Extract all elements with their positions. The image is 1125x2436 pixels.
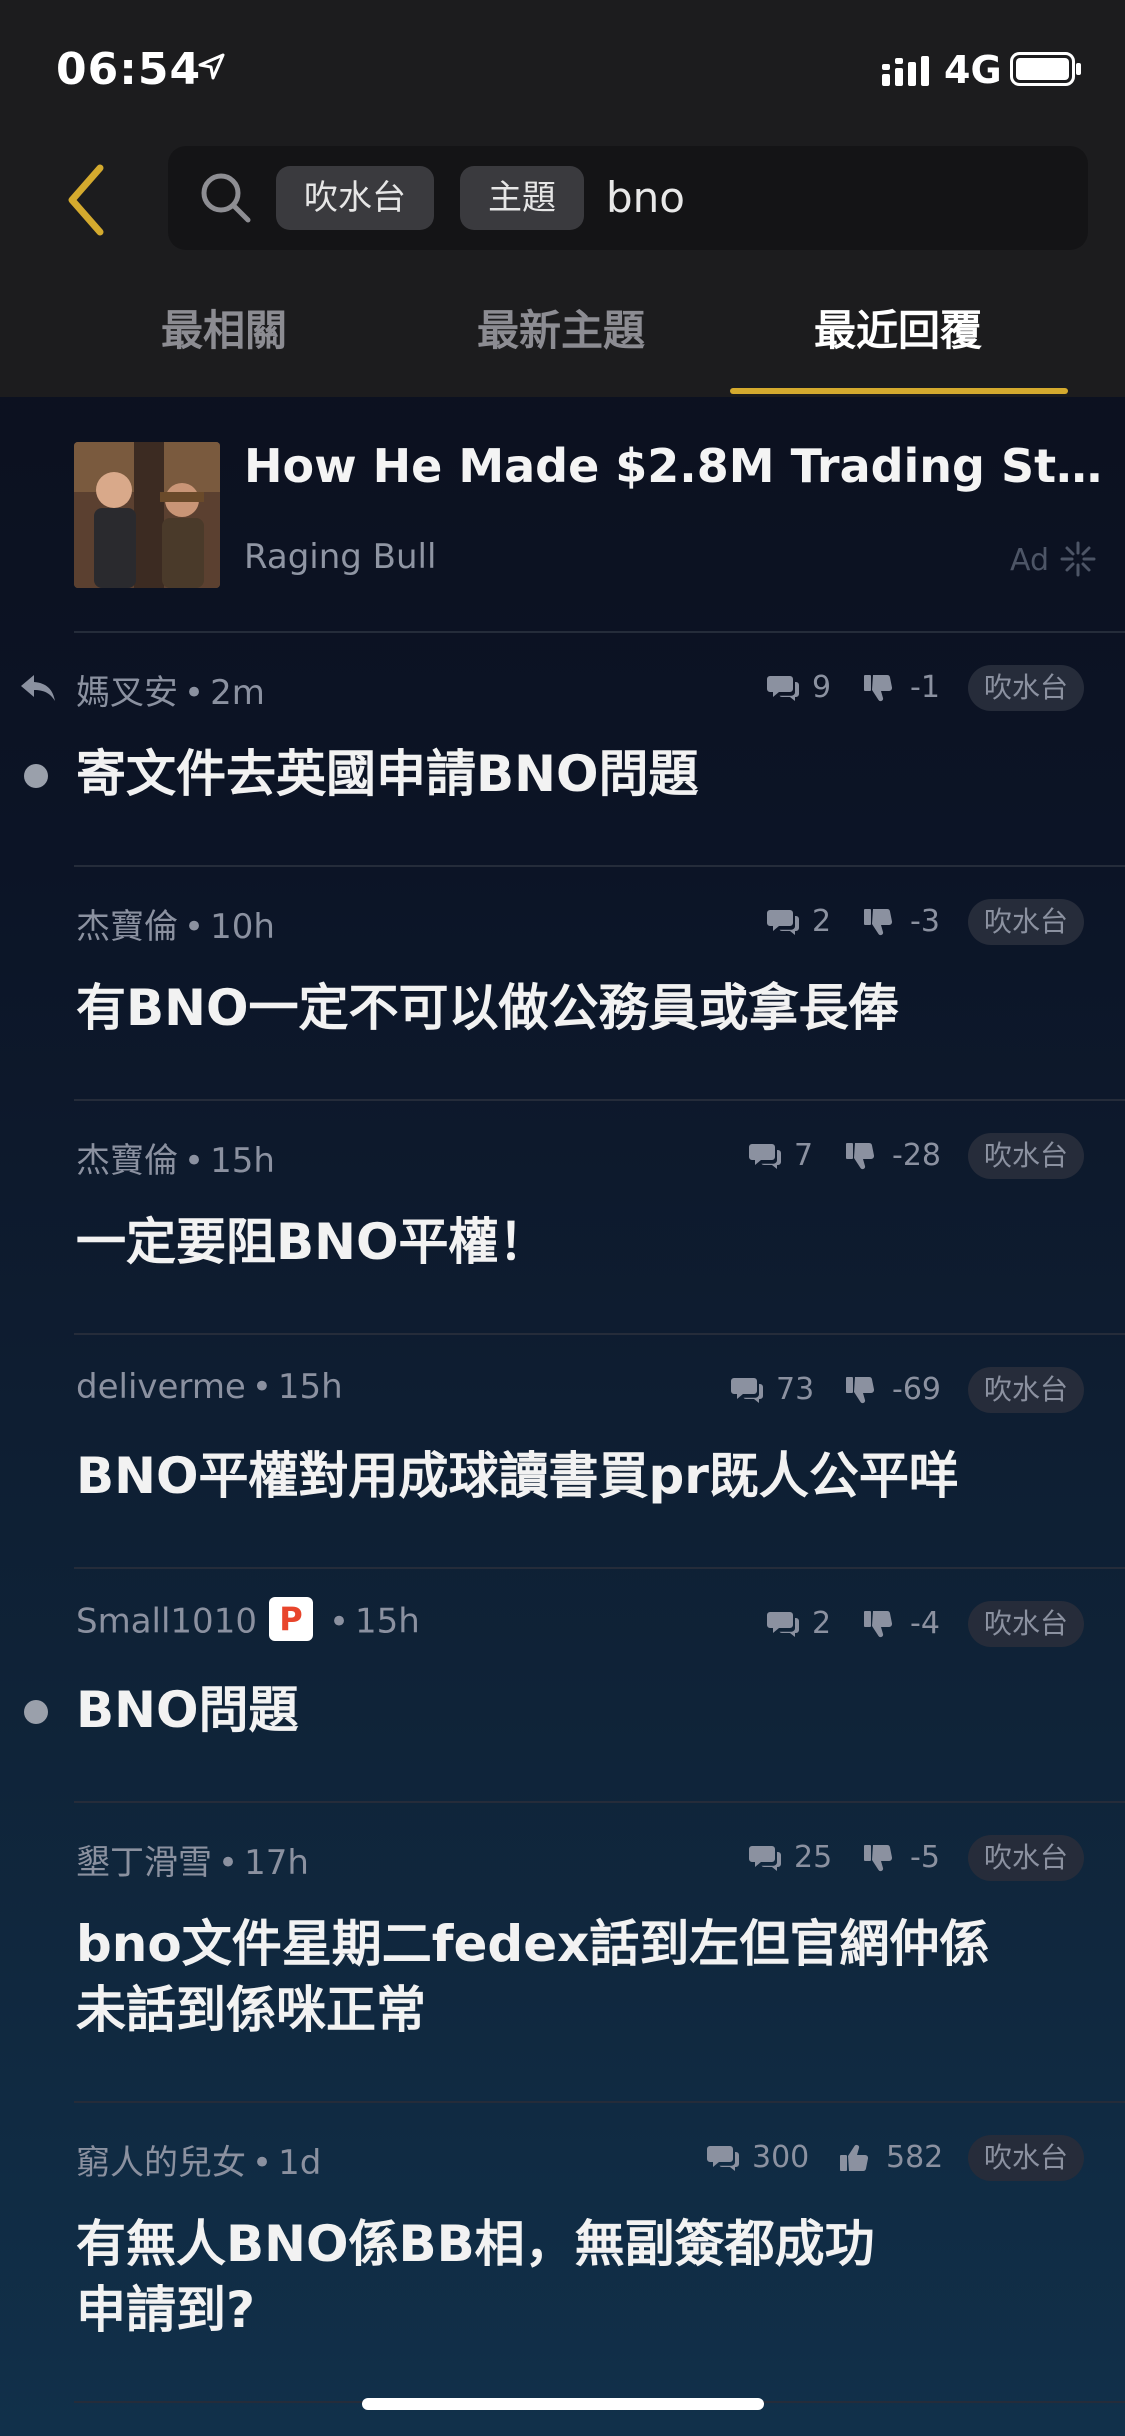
- comment-icon: [766, 1607, 800, 1641]
- ad-label: Ad: [1010, 543, 1050, 578]
- sponsored-ad[interactable]: How He Made $2.8M Trading Stocks Reveale…: [0, 397, 1125, 631]
- thumbs-down-icon: [844, 1139, 878, 1173]
- comment-icon: [766, 905, 800, 939]
- comment-icon: [748, 1139, 782, 1173]
- vote-count: -69: [892, 1372, 941, 1407]
- comment-count: 9: [812, 670, 832, 705]
- comment-count: 25: [794, 1840, 833, 1875]
- vote-count: -5: [910, 1840, 940, 1875]
- network-type: 4G: [944, 48, 1002, 92]
- comment-count: 73: [776, 1372, 815, 1407]
- board-badge: 吹水台: [968, 665, 1085, 711]
- thread-title-line: 申請到?: [76, 2281, 256, 2339]
- unread-dot: [24, 1700, 48, 1724]
- thumbs-down-icon: [862, 905, 896, 939]
- thumbs-down-icon: [844, 1373, 878, 1407]
- thread-row[interactable]: deliverme • 15h 73 -69 吹水台 BNO平權對用成球讀書買pr既人公平咩: [0, 1333, 1125, 1567]
- thread-row[interactable]: 杰寶倫 • 10h 2 -3 吹水台 有BNO一定不可以做公務員或拿長俸: [0, 865, 1125, 1099]
- board-badge: 吹水台: [968, 1835, 1085, 1881]
- row-divider: [74, 865, 1125, 867]
- thread-stats: 300 582 吹水台: [0, 2135, 1125, 2181]
- row-divider: [74, 631, 1125, 633]
- ad-options-icon[interactable]: [1058, 539, 1098, 579]
- thumbs-down-icon: [862, 671, 896, 705]
- thread-row[interactable]: 杰寶倫 • 15h 7 -28 吹水台 一定要阻BNO平權！: [0, 1099, 1125, 1333]
- board-badge: 吹水台: [968, 2135, 1085, 2181]
- comment-count: 2: [812, 904, 832, 939]
- thread-title-line: 寄文件去英國申請BNO問題: [76, 745, 699, 803]
- search-bar[interactable]: 吹水台 主題 bno: [168, 146, 1088, 250]
- thread-stats: 9 -1 吹水台: [0, 665, 1125, 711]
- row-divider: [74, 2101, 1125, 2103]
- ad-title: How He Made $2.8M Trading Stocks Reveale…: [244, 439, 1104, 493]
- comment-count: 2: [812, 1606, 832, 1641]
- comment-count: 300: [752, 2140, 810, 2175]
- board-badge: 吹水台: [968, 899, 1085, 945]
- thread-stats: 2 -3 吹水台: [0, 899, 1125, 945]
- tab-latest-topics[interactable]: 最新主題: [393, 296, 729, 366]
- board-badge: 吹水台: [968, 1367, 1085, 1413]
- back-chevron-icon[interactable]: [62, 160, 112, 240]
- thread-stats: 73 -69 吹水台: [0, 1367, 1125, 1413]
- filter-chip-topic[interactable]: 主題: [460, 166, 584, 230]
- signal-bars-icon: [882, 56, 929, 86]
- thread-row[interactable]: 墾丁滑雪 • 17h 25 -5 吹水台 bno文件星期二fedex話到左但官網仲係 未話到係…: [0, 1801, 1125, 2101]
- thread-title[interactable]: 有無人BNO係BB相，無副簽都成功 申請到?: [76, 2211, 1066, 2343]
- thread-row[interactable]: 媽叉安 • 2m 9 -1 吹水台 寄文件去英國申請BNO問題: [0, 631, 1125, 865]
- vote-count: -28: [892, 1138, 941, 1173]
- thread-title[interactable]: 寄文件去英國申請BNO問題: [76, 741, 1066, 807]
- row-divider: [74, 1567, 1125, 1569]
- comment-count: 7: [794, 1138, 814, 1173]
- thread-stats: 2 -4 吹水台: [0, 1601, 1125, 1647]
- vote-count: -1: [910, 670, 940, 705]
- top-bar: 06:54 4G 吹水台 主題 bno 最相關 最新主題 最近回覆: [0, 0, 1125, 397]
- tab-recent-replies[interactable]: 最近回覆: [730, 296, 1066, 366]
- comment-icon: [730, 1373, 764, 1407]
- status-time: 06:54: [56, 44, 202, 95]
- comment-icon: [706, 2141, 740, 2175]
- battery-icon: [1010, 52, 1081, 86]
- active-tab-indicator: [730, 388, 1068, 394]
- vote-count: -4: [910, 1606, 940, 1641]
- board-badge: 吹水台: [968, 1133, 1085, 1179]
- board-badge: 吹水台: [968, 1601, 1085, 1647]
- thread-row[interactable]: 窮人的兒女 • 1d 300 582 吹水台 有無人BNO係BB相，無副簽都成功 申請到?: [0, 2101, 1125, 2401]
- unread-dot: [24, 764, 48, 788]
- thread-title[interactable]: bno文件星期二fedex話到左但官網仲係 未話到係咪正常: [76, 1911, 1066, 2043]
- vote-count: 582: [886, 2140, 944, 2175]
- thread-title-line: 一定要阻BNO平權！: [76, 1213, 549, 1271]
- thumbs-down-icon: [862, 1841, 896, 1875]
- location-arrow-icon: [198, 53, 225, 80]
- thread-row[interactable]: Small1010 P • 15h 2 -4 吹水台 BNO問題: [0, 1567, 1125, 1801]
- search-query[interactable]: bno: [606, 164, 685, 232]
- thread-stats: 7 -28 吹水台: [0, 1133, 1125, 1179]
- comment-icon: [748, 1841, 782, 1875]
- thread-title-line: BNO平權對用成球讀書買pr既人公平咩: [76, 1447, 959, 1505]
- row-divider: [74, 1099, 1125, 1101]
- comment-icon: [766, 671, 800, 705]
- thread-stats: 25 -5 吹水台: [0, 1835, 1125, 1881]
- thread-title-line: BNO問題: [76, 1681, 299, 1739]
- ad-photo-icon: [74, 442, 220, 588]
- thread-title-line: 有無人BNO係BB相，無副簽都成功: [76, 2215, 875, 2273]
- search-icon: [201, 173, 251, 223]
- thumbs-up-icon: [838, 2141, 872, 2175]
- filter-chip-board[interactable]: 吹水台: [276, 166, 434, 230]
- thread-title[interactable]: BNO平權對用成球讀書買pr既人公平咩: [76, 1443, 1066, 1509]
- thread-title[interactable]: 有BNO一定不可以做公務員或拿長俸: [76, 975, 1066, 1041]
- home-indicator: [362, 2398, 764, 2410]
- thumbs-down-icon: [862, 1607, 896, 1641]
- vote-count: -3: [910, 904, 940, 939]
- thread-title[interactable]: BNO問題: [76, 1677, 1066, 1743]
- ad-thumbnail: [74, 442, 220, 588]
- tab-most-relevant[interactable]: 最相關: [56, 296, 392, 366]
- row-divider: [74, 1801, 1125, 1803]
- row-divider: [74, 1333, 1125, 1335]
- thread-title-line: bno文件星期二fedex話到左但官網仲係: [76, 1915, 990, 1973]
- thread-title[interactable]: 一定要阻BNO平權！: [76, 1209, 1066, 1275]
- ad-sponsor: Raging Bull: [244, 537, 437, 577]
- thread-title-line: 有BNO一定不可以做公務員或拿長俸: [76, 979, 899, 1037]
- thread-title-line: 未話到係咪正常: [76, 1981, 426, 2039]
